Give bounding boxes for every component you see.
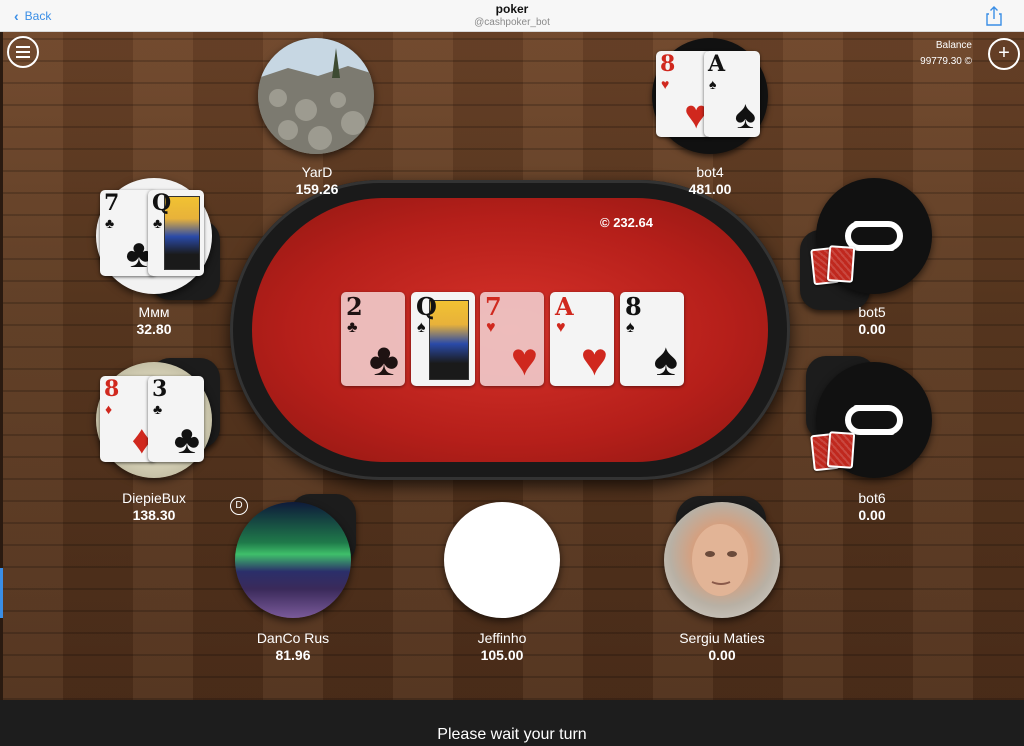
dealer-button: D (230, 497, 248, 515)
seat-yard: YarD 159.26 (295, 164, 339, 197)
board-card-4: A ♥ ♥ (550, 292, 614, 386)
board-card-3: 7 ♥ ♥ (480, 292, 544, 386)
hamburger-icon (16, 46, 30, 48)
bot4-card-2: A ♠ ♠ (704, 51, 760, 137)
bot6-card-back-2 (826, 431, 856, 469)
turn-status-text: Please wait your turn (437, 726, 587, 743)
avatar-danco[interactable] (235, 502, 351, 618)
seat-jeffinho: Jeffinho 105.00 (477, 630, 527, 663)
seat-bot5: bot5 0.00 (858, 304, 886, 337)
avatar-yard[interactable] (258, 38, 374, 154)
seat-sergiu: Sergiu Maties 0.00 (679, 630, 765, 663)
pot-amount: © 232.64 (600, 215, 653, 230)
avatar-sergiu[interactable] (664, 502, 780, 618)
balance-label: Balance (935, 40, 972, 51)
side-tab-indicator[interactable] (0, 568, 3, 618)
balance-display: Balance 99779.30 © (920, 38, 972, 70)
diepiebux-card-2: 3 ♣ ♣ (148, 376, 204, 462)
board-card-5: 8 ♠ ♠ (620, 292, 684, 386)
menu-button[interactable] (7, 36, 39, 68)
seat-diepiebux: DiepieBux 138.30 (122, 490, 186, 523)
seat-danco: DanCo Rus 81.96 (256, 630, 330, 663)
board-card-2: Q ♠ (411, 292, 475, 386)
avatar-jeffinho[interactable] (444, 502, 560, 618)
page-title: poker (495, 2, 529, 16)
bot5-card-back-2 (826, 245, 856, 283)
mmm-card-2: Q ♣ (148, 190, 204, 276)
seat-mmm: Ммм 32.80 (136, 304, 172, 337)
page-subtitle: @cashpoker_bot (474, 17, 550, 28)
seat-bot4: bot4 481.00 (688, 164, 732, 197)
balance-value: 99779.30 © (920, 56, 972, 67)
board-card-1: 2 ♣ ♣ (341, 292, 405, 386)
share-icon[interactable] (986, 6, 1002, 26)
title-block: poker @cashpoker_bot (0, 2, 1024, 28)
seat-bot6: bot6 0.00 (858, 490, 886, 523)
top-navigation-bar: ‹ Back poker @cashpoker_bot (0, 0, 1024, 32)
portrait-photo-icon (692, 524, 748, 596)
rocks-photo-icon (258, 38, 374, 154)
add-funds-button[interactable]: + (988, 38, 1020, 70)
plus-icon: + (998, 42, 1010, 64)
